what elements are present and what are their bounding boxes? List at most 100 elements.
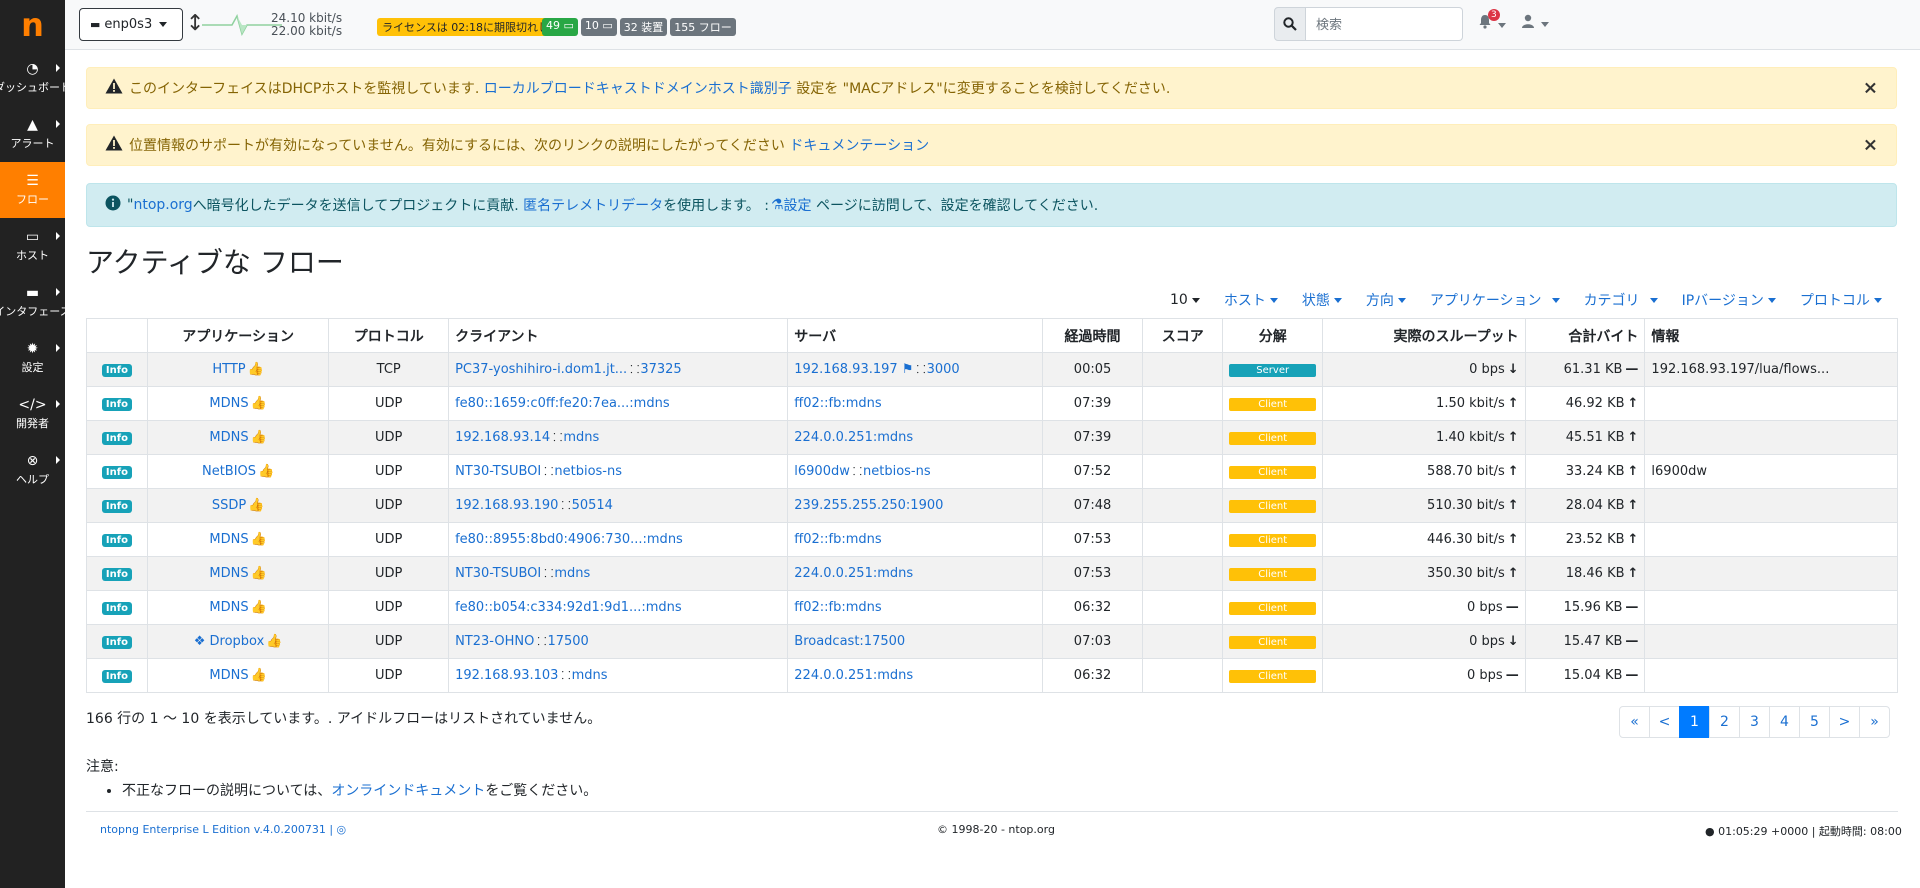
app-link[interactable]: Dropbox xyxy=(210,634,265,649)
filter-category[interactable]: カテゴリ xyxy=(1584,290,1658,310)
filter-protocol[interactable]: プロトコル xyxy=(1800,290,1882,310)
col-header-total-bytes[interactable]: 合計バイト xyxy=(1524,318,1646,353)
notifications-dropdown[interactable]: 3 xyxy=(1478,9,1507,33)
app-link[interactable]: MDNS xyxy=(209,566,248,581)
client-host-link[interactable]: NT30-TSUBOI xyxy=(455,464,541,479)
server-host-link[interactable]: l6900dw xyxy=(794,464,850,479)
col-header-duration[interactable]: 経過時間 xyxy=(1041,318,1144,353)
info-button[interactable]: Info xyxy=(101,500,132,513)
info-button[interactable]: Info xyxy=(101,432,132,445)
server-host-link[interactable]: 239.255.255.250:1900 xyxy=(794,498,943,513)
filter-hosts[interactable]: ホスト xyxy=(1224,290,1278,310)
client-port-link[interactable]: 17500 xyxy=(547,634,588,649)
close-icon[interactable]: × xyxy=(1863,78,1878,99)
client-host-link[interactable]: PC37-yoshihiro-i.dom1.jt... xyxy=(455,362,627,377)
info-button[interactable]: Info xyxy=(101,398,132,411)
search-button[interactable] xyxy=(1274,7,1306,41)
col-header-score[interactable]: スコア xyxy=(1142,318,1224,353)
server-port-link[interactable]: 3000 xyxy=(927,362,960,377)
client-host-link[interactable]: 192.168.93.190 xyxy=(455,498,558,513)
server-host-link[interactable]: ff02::fb:mdns xyxy=(794,532,881,547)
filter-direction[interactable]: 方向 xyxy=(1366,290,1406,310)
devices-badge[interactable]: 32 装置 xyxy=(619,18,668,36)
filter-application[interactable]: アプリケーション xyxy=(1430,290,1560,310)
page-button[interactable]: 3 xyxy=(1739,706,1770,738)
settings-link[interactable]: 設定 xyxy=(784,195,812,215)
page-button[interactable]: « xyxy=(1619,706,1650,738)
col-header-protocol[interactable]: プロトコル xyxy=(328,318,450,353)
server-host-link[interactable]: ff02::fb:mdns xyxy=(794,396,881,411)
col-header-client[interactable]: クライアント xyxy=(448,318,789,353)
app-link[interactable]: HTTP xyxy=(212,362,245,377)
filter-status[interactable]: 状態 xyxy=(1302,290,1342,310)
client-host-link[interactable]: fe80::b054:c334:92d1:9d1...:mdns xyxy=(455,600,682,615)
sidebar-item-cog[interactable]: ✹ 設定 xyxy=(0,330,65,386)
interface-selector[interactable]: ▬ enp0s3 xyxy=(79,8,183,41)
info-button[interactable]: Info xyxy=(101,670,132,683)
search-input[interactable] xyxy=(1306,7,1463,41)
client-host-link[interactable]: fe80::1659:c0ff:fe20:7ea...:mdns xyxy=(455,396,670,411)
version-link[interactable]: ntopng Enterprise L Edition v.4.0.200731… xyxy=(100,823,333,836)
client-port-link[interactable]: 50514 xyxy=(572,498,613,513)
info-button[interactable]: Info xyxy=(101,534,132,547)
sidebar-item-code[interactable]: </> 開発者 xyxy=(0,386,65,442)
broadcast-domain-setting-link[interactable]: ローカルブロードキャストドメインホスト識別子 xyxy=(484,78,792,98)
info-button[interactable]: Info xyxy=(101,466,132,479)
col-header-throughput[interactable]: 実際のスループット xyxy=(1322,318,1526,353)
github-icon[interactable]: ◎ xyxy=(337,823,347,836)
sidebar-item-stream[interactable]: ☰ フロー xyxy=(0,162,65,218)
page-button[interactable]: 4 xyxy=(1769,706,1800,738)
page-button[interactable]: » xyxy=(1859,706,1890,738)
client-host-link[interactable]: NT30-TSUBOI xyxy=(455,566,541,581)
server-host-link[interactable]: ff02::fb:mdns xyxy=(794,600,881,615)
server-host-link[interactable]: 192.168.93.197 xyxy=(794,362,897,377)
app-link[interactable]: NetBIOS xyxy=(202,464,256,479)
client-host-link[interactable]: NT23-OHNO xyxy=(455,634,534,649)
server-host-link[interactable]: 224.0.0.251:mdns xyxy=(794,430,913,445)
client-host-link[interactable]: 192.168.93.103 xyxy=(455,668,558,683)
client-port-link[interactable]: mdns xyxy=(563,430,599,445)
info-button[interactable]: Info xyxy=(101,602,132,615)
close-icon[interactable]: × xyxy=(1863,135,1878,156)
online-docs-link[interactable]: オンラインドキュメント xyxy=(331,783,485,799)
client-port-link[interactable]: 37325 xyxy=(640,362,681,377)
page-button[interactable]: 5 xyxy=(1799,706,1830,738)
page-button[interactable]: 1 xyxy=(1679,706,1710,738)
col-header-info-text[interactable]: 情報 xyxy=(1644,318,1898,353)
documentation-link[interactable]: ドキュメンテーション xyxy=(789,135,929,155)
client-port-link[interactable]: netbios-ns xyxy=(554,464,622,479)
page-size-dropdown[interactable]: 10 xyxy=(1170,290,1200,310)
sidebar-item-warning[interactable]: ▲ アラート xyxy=(0,106,65,162)
server-host-link[interactable]: 224.0.0.251:mdns xyxy=(794,566,913,581)
app-link[interactable]: MDNS xyxy=(209,532,248,547)
page-button[interactable]: < xyxy=(1649,706,1680,738)
info-button[interactable]: Info xyxy=(101,364,132,377)
sidebar-item-laptop[interactable]: ▭ ホスト xyxy=(0,218,65,274)
client-host-link[interactable]: fe80::8955:8bd0:4906:730...:mdns xyxy=(455,532,683,547)
app-link[interactable]: MDNS xyxy=(209,430,248,445)
page-button[interactable]: 2 xyxy=(1709,706,1740,738)
sidebar-item-hdd[interactable]: ▬ インタフェース xyxy=(0,274,71,330)
ntop-org-link[interactable]: ntop.org xyxy=(133,197,192,213)
server-host-link[interactable]: Broadcast:17500 xyxy=(794,634,905,649)
app-link[interactable]: MDNS xyxy=(209,668,248,683)
server-port-link[interactable]: netbios-ns xyxy=(863,464,931,479)
info-button[interactable]: Info xyxy=(101,568,132,581)
col-header-breakdown[interactable]: 分解 xyxy=(1222,318,1324,353)
info-button[interactable]: Info xyxy=(101,636,132,649)
server-host-link[interactable]: 224.0.0.251:mdns xyxy=(794,668,913,683)
app-link[interactable]: MDNS xyxy=(209,396,248,411)
app-link[interactable]: SSDP xyxy=(212,498,246,513)
telemetry-link[interactable]: 匿名テレメトリデータ xyxy=(523,195,663,215)
col-header-application[interactable]: アプリケーション xyxy=(146,318,330,353)
hosts-badge[interactable]: 49 ▭ xyxy=(542,18,578,36)
app-link[interactable]: MDNS xyxy=(209,600,248,615)
col-header-server[interactable]: サーバ xyxy=(787,318,1043,353)
user-dropdown[interactable] xyxy=(1521,14,1550,32)
client-port-link[interactable]: mdns xyxy=(572,668,608,683)
page-button[interactable]: > xyxy=(1829,706,1860,738)
client-host-link[interactable]: 192.168.93.14 xyxy=(455,430,550,445)
sidebar-item-life-ring[interactable]: ⊗ ヘルプ xyxy=(0,442,65,498)
sidebar-item-tachometer[interactable]: ◔ ダッシュボード xyxy=(0,50,71,106)
local-hosts-badge[interactable]: 10 ▭ xyxy=(580,18,617,36)
